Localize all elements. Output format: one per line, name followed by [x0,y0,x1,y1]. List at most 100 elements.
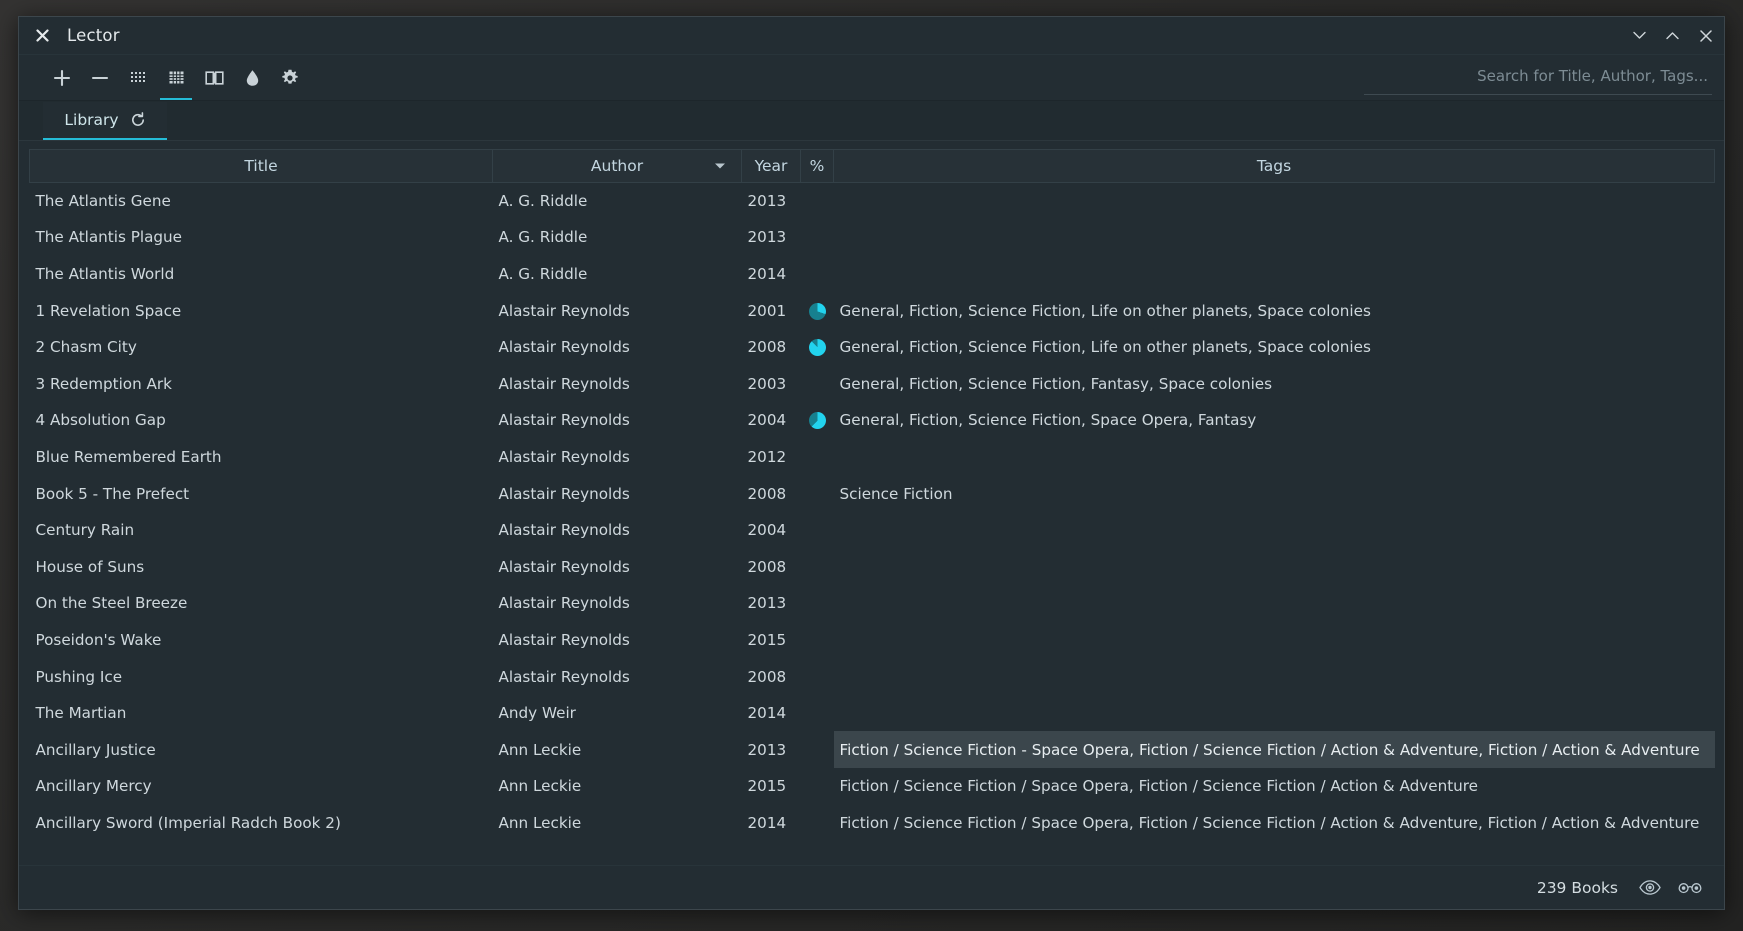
cell-year: 2015 [747,777,787,796]
cell-title: House of Suns [35,557,145,576]
cell-tags [834,512,1715,549]
table-row[interactable]: The Atlantis World A. G. Riddle 2014 [30,256,1715,293]
cell-progress [801,768,834,805]
cell-author: Ann Leckie [498,777,582,796]
sort-descending-icon [715,163,725,169]
cell-author: Alastair Reynolds [498,594,630,613]
cell-title: Ancillary Sword (Imperial Radch Book 2) [35,813,341,832]
cell-author: A. G. Riddle [498,192,588,211]
title-bar: Lector [19,17,1724,55]
cell-progress [801,439,834,476]
cell-year: 2004 [747,521,787,540]
cell-title: Pushing Ice [35,667,123,686]
cell-title: The Martian [35,704,127,723]
table-row[interactable]: Ancillary Justice Ann Leckie 2013 Fiction /… [30,731,1715,768]
cell-year: 2001 [747,301,787,320]
tab-library-label: Library [64,111,119,129]
cell-progress [801,219,834,256]
cover-view-button[interactable] [119,55,157,100]
cell-tags [834,183,1715,220]
cell-author: Alastair Reynolds [498,447,630,466]
cell-year: 2008 [747,667,787,686]
cell-tags: Fiction / Science Fiction / Space Opera,… [839,813,1700,832]
cell-title: 4 Absolution Gap [35,411,166,430]
column-header-year[interactable]: Year [741,149,801,183]
reading-view-button[interactable] [195,55,233,100]
table-row[interactable]: Ancillary Sword (Imperial Radch Book 2) A… [30,805,1715,842]
cell-tags: Fiction / Science Fiction / Space Opera,… [839,777,1479,796]
cell-year: 2008 [747,338,787,357]
cell-author: Alastair Reynolds [498,338,630,357]
column-header-author[interactable]: Author [492,149,742,183]
window-close-icon[interactable] [1697,27,1714,44]
cell-progress [801,512,834,549]
cell-title: Blue Remembered Earth [35,447,222,466]
cell-progress [801,365,834,402]
column-header-percent[interactable]: % [800,149,834,183]
table-row[interactable]: 4 Absolution Gap Alastair Reynolds 2004 Gen… [30,402,1715,439]
table-header: Title Author Year % Tags [29,149,1715,183]
table-row[interactable]: Pushing Ice Alastair Reynolds 2008 [30,658,1715,695]
cell-progress [801,475,834,512]
cell-tags [834,548,1715,585]
cell-author: A. G. Riddle [498,264,588,283]
column-header-tags[interactable]: Tags [833,149,1715,183]
cell-progress [801,402,834,439]
table-row[interactable]: 1 Revelation Space Alastair Reynolds 2001 G… [30,292,1715,329]
eye-icon[interactable] [1639,880,1661,895]
column-header-title[interactable]: Title [29,149,493,183]
table-row[interactable]: The Martian Andy Weir 2014 [30,695,1715,732]
add-books-button[interactable] [43,55,81,100]
cell-tags [834,585,1715,622]
table-row[interactable]: 2 Chasm City Alastair Reynolds 2008 General… [30,329,1715,366]
book-table-area: Title Author Year % Tags The Atlantis Ge… [19,141,1724,865]
column-header-author-label: Author [590,157,644,175]
table-row[interactable]: House of Suns Alastair Reynolds 2008 [30,548,1715,585]
window-controls [1631,17,1714,54]
cell-tags: General, Fiction, Science Fiction, Life … [839,338,1371,357]
glasses-icon[interactable] [1678,881,1702,894]
cell-tags [834,439,1715,476]
progress-pie-icon [808,302,826,320]
cell-progress [801,585,834,622]
table-row[interactable]: The Atlantis Plague A. G. Riddle 2013 [30,219,1715,256]
cell-progress [801,695,834,732]
search-input[interactable] [1364,61,1712,95]
table-row[interactable]: Blue Remembered Earth Alastair Reynolds 20… [30,439,1715,476]
table-row[interactable]: Century Rain Alastair Reynolds 2004 [30,512,1715,549]
table-row[interactable]: 3 Redemption Ark Alastair Reynolds 2003 Gen… [30,365,1715,402]
close-icon[interactable] [31,25,53,47]
book-count-label: 239 Books [1536,878,1618,897]
window-title: Lector [67,26,120,45]
table-header-row: Title Author Year % Tags [29,149,1715,183]
table-row[interactable]: The Atlantis Gene A. G. Riddle 2013 [30,183,1715,220]
book-table: Title Author Year % Tags The Atlantis Ge… [29,149,1715,841]
droplet-icon[interactable] [233,55,271,100]
toolbar-buttons [19,55,309,100]
cell-year: 2008 [747,484,787,503]
remove-books-button[interactable] [81,55,119,100]
cell-author: Alastair Reynolds [498,630,630,649]
table-row[interactable]: Ancillary Mercy Ann Leckie 2015 Fiction / S… [30,768,1715,805]
cell-title: 3 Redemption Ark [35,374,172,393]
cell-year: 2013 [747,192,787,211]
table-view-button[interactable] [157,55,195,100]
cell-year: 2013 [747,594,787,613]
table-row[interactable]: Poseidon's Wake Alastair Reynolds 2015 [30,622,1715,659]
cell-year: 2014 [747,264,787,283]
cell-title: On the Steel Breeze [35,594,188,613]
maximize-icon[interactable] [1664,27,1681,44]
cell-tags [834,256,1715,293]
table-row[interactable]: Book 5 - The Prefect Alastair Reynolds 200… [30,475,1715,512]
table-row[interactable]: On the Steel Breeze Alastair Reynolds 2013 [30,585,1715,622]
lector-window: Lector Search for Title, Author, Tags...… [18,16,1725,910]
cell-year: 2003 [747,374,787,393]
cell-progress [801,292,834,329]
tab-library[interactable]: Library [43,102,167,140]
cell-title: Poseidon's Wake [35,630,162,649]
cell-tags: Science Fiction [839,484,953,503]
minimize-icon[interactable] [1631,27,1648,44]
cell-progress [801,805,834,842]
reload-icon[interactable] [130,112,146,128]
gear-icon[interactable] [271,55,309,100]
